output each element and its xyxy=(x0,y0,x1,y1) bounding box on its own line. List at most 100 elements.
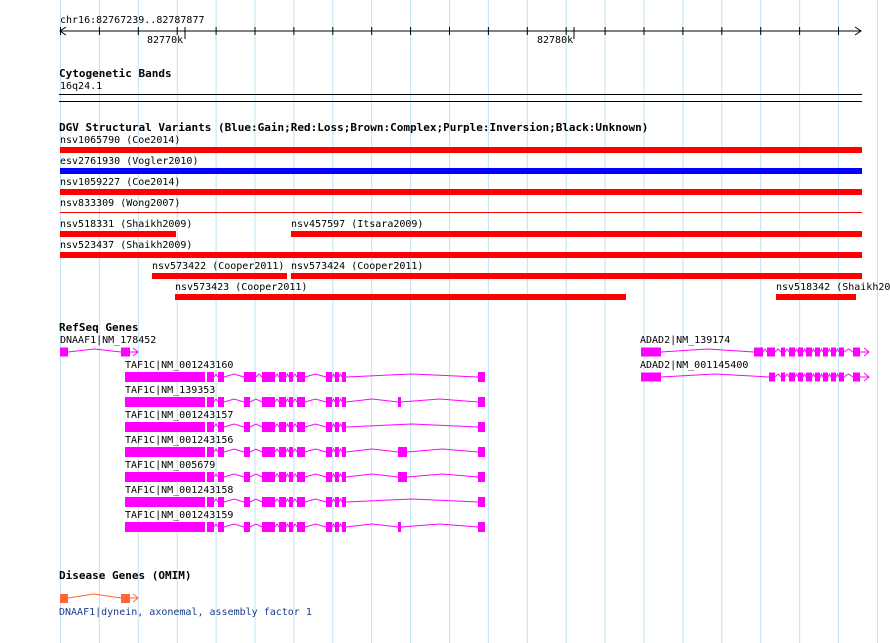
gene-label[interactable]: TAF1C|NM_001243158 xyxy=(125,485,233,496)
intron-line xyxy=(285,372,290,378)
exon-block xyxy=(207,497,214,507)
exon-block xyxy=(789,372,795,382)
exon-block xyxy=(60,347,68,357)
exon-block xyxy=(815,372,820,382)
exon-block xyxy=(326,447,332,457)
exon-block xyxy=(207,422,214,432)
gene-label[interactable]: TAF1C|NM_001243159 xyxy=(125,510,233,521)
intron-line xyxy=(406,473,479,478)
intron-line xyxy=(827,372,832,378)
variant-label[interactable]: nsv518331 (Shaikh2009) xyxy=(60,219,192,230)
exon-block xyxy=(279,472,286,482)
variant-bar xyxy=(152,273,287,279)
exon-block xyxy=(297,522,305,532)
intron-line xyxy=(223,423,245,428)
intron-line xyxy=(285,497,290,503)
variant-label[interactable]: nsv833309 (Wong2007) xyxy=(60,198,180,209)
variant-label[interactable]: nsv573424 (Cooper2011) xyxy=(291,261,423,272)
variant-bar xyxy=(60,212,862,213)
exon-block xyxy=(279,497,286,507)
variant-bar xyxy=(60,231,176,237)
gene-label[interactable]: TAF1C|NM_139353 xyxy=(125,385,215,396)
refseq-track-title: RefSeq Genes xyxy=(59,321,139,334)
omim-exon-block xyxy=(60,594,68,603)
variant-bar xyxy=(776,294,856,300)
cytoband-ideogram[interactable] xyxy=(59,94,862,102)
intron-line xyxy=(223,398,245,403)
intron-line xyxy=(249,523,263,528)
exon-block xyxy=(478,397,485,407)
intron-line xyxy=(223,448,245,453)
exon-block xyxy=(823,347,828,357)
exon-block xyxy=(218,522,224,532)
variant-label[interactable]: nsv573423 (Cooper2011) xyxy=(175,282,307,293)
variant-label[interactable]: nsv523437 (Shaikh2009) xyxy=(60,240,192,251)
cytoband-label[interactable]: 16q24.1 xyxy=(60,81,102,92)
exon-block xyxy=(125,372,205,382)
gene-label[interactable]: TAF1C|NM_001243156 xyxy=(125,435,233,446)
exon-block xyxy=(279,372,286,382)
exon-block xyxy=(767,347,775,357)
exon-block xyxy=(244,372,256,382)
intron-line xyxy=(338,422,343,428)
exon-block xyxy=(289,497,293,507)
exon-block xyxy=(289,447,293,457)
gene-label[interactable]: ADAD2|NM_139174 xyxy=(640,335,730,346)
exon-block xyxy=(335,522,339,532)
exon-block xyxy=(289,422,293,432)
exon-block xyxy=(262,497,275,507)
exon-block xyxy=(754,347,763,357)
exon-block xyxy=(218,372,224,382)
exon-block xyxy=(244,447,250,457)
ruler-tick-label: 82780k xyxy=(537,35,574,46)
exon-block xyxy=(207,447,214,457)
exon-block xyxy=(398,397,401,407)
intron-line xyxy=(774,348,782,353)
intron-line xyxy=(304,473,327,478)
exon-block xyxy=(297,372,305,382)
exon-block xyxy=(839,372,844,382)
exon-block xyxy=(326,422,332,432)
intron-line xyxy=(843,373,854,378)
variant-label[interactable]: nsv518342 (Shaikh20 xyxy=(776,282,890,293)
variant-label[interactable]: nsv573422 (Cooper2011) xyxy=(152,261,284,272)
exon-block xyxy=(262,372,275,382)
exon-block xyxy=(781,372,785,382)
exon-block xyxy=(289,397,293,407)
gene-label[interactable]: TAF1C|NM_001243160 xyxy=(125,360,233,371)
variant-label[interactable]: nsv1059227 (Coe2014) xyxy=(60,177,180,188)
exon-block xyxy=(244,497,250,507)
intron-line xyxy=(794,372,799,378)
exon-block xyxy=(125,497,205,507)
intron-line xyxy=(249,423,263,428)
intron-line xyxy=(255,373,263,378)
exon-block xyxy=(342,372,346,382)
omim-label[interactable]: DNAAF1|dynein, axonemal, assembly factor… xyxy=(59,607,312,618)
exon-block xyxy=(806,347,812,357)
intron-line xyxy=(794,347,799,353)
exon-block xyxy=(121,347,130,357)
intron-line xyxy=(274,373,280,378)
intron-line xyxy=(400,398,479,403)
exon-block xyxy=(207,522,214,532)
intron-line xyxy=(338,522,343,528)
variant-label[interactable]: nsv457597 (Itsara2009) xyxy=(291,219,423,230)
gene-label[interactable]: TAF1C|NM_005679 xyxy=(125,460,215,471)
gene-label[interactable]: ADAD2|NM_001145400 xyxy=(640,360,748,371)
intron-line xyxy=(774,373,782,378)
exon-block xyxy=(478,472,485,482)
intron-line xyxy=(274,398,280,403)
exon-block xyxy=(641,372,661,382)
intron-line xyxy=(274,498,280,503)
intron-line xyxy=(304,448,327,453)
variant-label[interactable]: nsv1065790 (Coe2014) xyxy=(60,135,180,146)
exon-block xyxy=(342,522,346,532)
gene-label[interactable]: TAF1C|NM_001243157 xyxy=(125,410,233,421)
exon-block xyxy=(342,497,346,507)
variant-label[interactable]: esv2761930 (Vogler2010) xyxy=(60,156,198,167)
gene-label[interactable]: DNAAF1|NM_178452 xyxy=(60,335,156,346)
exon-block xyxy=(207,372,214,382)
intron-line xyxy=(762,348,768,353)
exon-block xyxy=(478,447,485,457)
exon-block xyxy=(244,422,250,432)
